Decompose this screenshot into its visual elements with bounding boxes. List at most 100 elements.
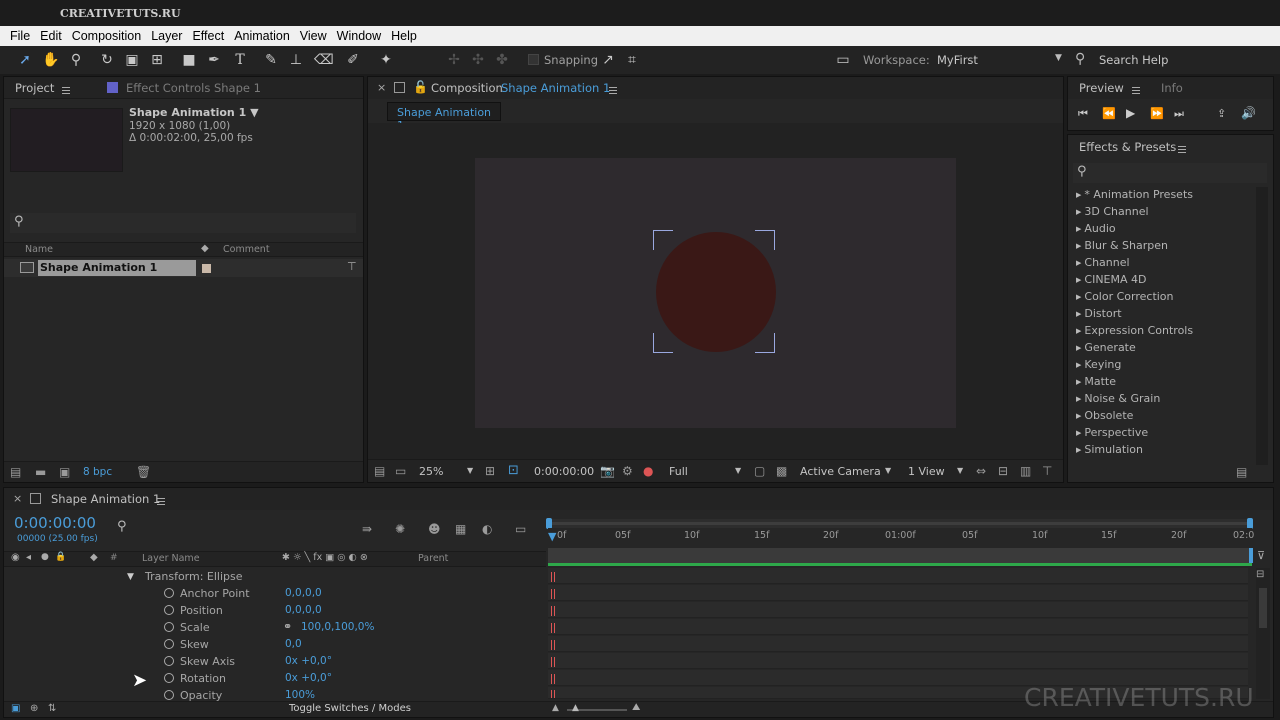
comp-name[interactable]: Shape Animation 1 ▼: [129, 106, 259, 119]
audio-switch-icon[interactable]: ◂: [26, 552, 31, 563]
col-comment[interactable]: Comment: [223, 244, 270, 255]
expand-layer-switches-icon[interactable]: ▣: [11, 703, 20, 714]
fast-previews-icon[interactable]: ⊟: [998, 464, 1008, 478]
puppet-tool-icon[interactable]: ✦: [378, 52, 394, 68]
prop-scale-value[interactable]: 100,0,100,0%: [301, 621, 374, 633]
pen-tool-icon[interactable]: ✒: [206, 52, 222, 68]
current-time-indicator-icon[interactable]: ▼: [548, 530, 556, 543]
type-tool-icon[interactable]: T: [232, 52, 248, 68]
lock-switch-icon[interactable]: 🔒: [55, 552, 66, 562]
comp-button-icon[interactable]: ⊽: [1257, 549, 1265, 562]
first-frame-icon[interactable]: ⏮: [1078, 107, 1088, 121]
col-parent[interactable]: Parent: [418, 553, 448, 564]
prop-skew-axis[interactable]: Skew Axis: [164, 655, 235, 668]
zoom-chevron-down-icon[interactable]: ▼: [467, 466, 473, 475]
twirl-down-icon[interactable]: ▼: [127, 572, 134, 582]
comp-viewer[interactable]: [368, 123, 1063, 459]
navigator-bar[interactable]: [552, 522, 1250, 525]
track-row[interactable]: [548, 602, 1248, 618]
stopwatch-icon[interactable]: [164, 656, 174, 666]
eraser-tool-icon[interactable]: ⌫: [314, 52, 334, 68]
expand-stretch-icon[interactable]: ⇅: [48, 703, 56, 714]
search-icon[interactable]: ⚲: [117, 519, 127, 534]
prop-anchor-point-value[interactable]: 0,0,0,0: [285, 587, 322, 599]
new-composition-icon[interactable]: ▣: [59, 465, 70, 479]
comp-timecode[interactable]: 0:00:00:00: [534, 465, 594, 478]
toggle-switches-modes[interactable]: Toggle Switches / Modes: [289, 703, 411, 714]
workspace-chevron-down-icon[interactable]: ▼: [1055, 53, 1062, 63]
work-area-bar[interactable]: [548, 548, 1252, 563]
shy-layers-icon[interactable]: ☻: [428, 522, 441, 536]
comp-menu-icon[interactable]: [609, 84, 617, 97]
timeline-icon[interactable]: ▥: [1020, 464, 1031, 478]
stopwatch-icon[interactable]: [164, 622, 174, 632]
bpc-toggle[interactable]: 8 bpc: [83, 466, 112, 478]
flowchart-icon[interactable]: ⊤: [347, 260, 357, 273]
tab-info[interactable]: Info: [1161, 81, 1183, 95]
menu-animation[interactable]: Animation: [234, 29, 290, 43]
bounding-box-corner-bl[interactable]: [653, 333, 673, 353]
camera-chevron-down-icon[interactable]: ▼: [885, 466, 891, 475]
trash-icon[interactable]: 🗑: [136, 465, 151, 479]
menu-view[interactable]: View: [300, 29, 327, 43]
solo-switch-icon[interactable]: ●: [41, 552, 49, 562]
prop-opacity[interactable]: Opacity: [164, 689, 222, 701]
timeline-scrollbar[interactable]: [1256, 568, 1270, 699]
zoom-select[interactable]: 25%: [419, 465, 443, 478]
prop-position[interactable]: Position: [164, 604, 223, 617]
tab-project[interactable]: Project: [15, 81, 54, 95]
project-menu-icon[interactable]: [62, 84, 70, 97]
prop-rotation-value[interactable]: 0x +0,0°: [285, 672, 332, 684]
toggle-pixel-aspect-icon[interactable]: ⇔: [976, 464, 986, 478]
motion-blur-icon[interactable]: ◐: [482, 522, 492, 536]
search-help-input[interactable]: Search Help: [1099, 53, 1168, 67]
track-row[interactable]: [548, 653, 1248, 669]
fx-noise-grain[interactable]: Noise & Grain: [1076, 392, 1160, 405]
menu-composition[interactable]: Composition: [72, 29, 141, 43]
timeline-scroll-thumb[interactable]: [1259, 588, 1267, 628]
prop-opacity-value[interactable]: 100%: [285, 689, 315, 701]
hand-tool-icon[interactable]: ✋: [42, 52, 59, 68]
snap-edge-icon[interactable]: ↗: [600, 52, 616, 68]
bounding-box-corner-br[interactable]: [755, 333, 775, 353]
selection-tool-icon[interactable]: ➚: [17, 52, 33, 68]
project-search-field[interactable]: ⚲: [10, 213, 356, 233]
prop-position-value[interactable]: 0,0,0,0: [285, 604, 322, 616]
timeline-timecode[interactable]: 0:00:00:00: [14, 514, 96, 532]
resolution-select[interactable]: Full: [669, 465, 688, 478]
effects-search-field[interactable]: ⚲: [1073, 163, 1267, 183]
stopwatch-icon[interactable]: [164, 605, 174, 615]
workspace-icon[interactable]: ▭: [834, 52, 852, 68]
menu-help[interactable]: Help: [391, 29, 417, 43]
fx-keying[interactable]: Keying: [1076, 358, 1121, 371]
zoom-slider-thumb-icon[interactable]: ▲: [572, 703, 579, 713]
snapping-checkbox[interactable]: [528, 54, 539, 65]
rectangle-tool-icon[interactable]: ■: [181, 52, 197, 68]
show-snapshot-icon[interactable]: ⚙: [622, 464, 633, 478]
fx-distort[interactable]: Distort: [1076, 307, 1121, 320]
work-area-end-handle[interactable]: [1249, 548, 1253, 563]
snap-feature-icon[interactable]: ⌗: [624, 52, 640, 68]
track-row[interactable]: [548, 568, 1248, 584]
menu-effect[interactable]: Effect: [192, 29, 224, 43]
mask-visibility-icon[interactable]: ⊡: [508, 463, 519, 478]
graph-editor-icon[interactable]: ▭: [515, 522, 526, 536]
comp-mini-flowchart-icon[interactable]: ⇛: [362, 522, 372, 536]
stopwatch-icon[interactable]: [164, 690, 174, 700]
project-item-row[interactable]: Shape Animation 1 ⊤: [4, 259, 363, 277]
fx-blur-sharpen[interactable]: Blur & Sharpen: [1076, 239, 1168, 252]
loop-icon[interactable]: ⇪: [1217, 107, 1226, 120]
new-folder-icon[interactable]: ▬: [35, 465, 46, 479]
effects-scrollbar[interactable]: [1256, 187, 1268, 465]
tab-composition-name[interactable]: Shape Animation 1: [501, 81, 610, 95]
bounding-box-corner-tr[interactable]: [755, 230, 775, 250]
col-layer-name[interactable]: Layer Name: [142, 553, 200, 564]
new-bin-icon[interactable]: ▤: [1236, 465, 1247, 479]
transform-group[interactable]: Transform: Ellipse: [145, 570, 243, 583]
stopwatch-icon[interactable]: [164, 673, 174, 683]
camera-tool-icon[interactable]: ▣: [124, 52, 140, 68]
effects-menu-icon[interactable]: [1178, 143, 1186, 156]
comp-subtab[interactable]: Shape Animation 1: [387, 102, 501, 132]
region-of-interest-icon[interactable]: ▢: [754, 464, 765, 478]
fx-audio[interactable]: Audio: [1076, 222, 1115, 235]
